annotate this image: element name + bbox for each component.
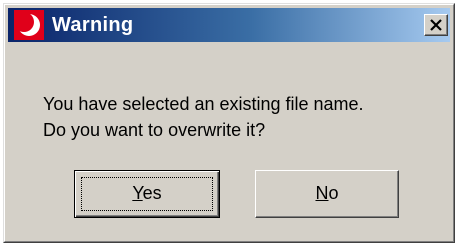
dialog-message: You have selected an existing file name.…: [43, 91, 364, 143]
close-button[interactable]: [424, 14, 448, 36]
no-button[interactable]: No: [255, 170, 399, 218]
warning-dialog: Warning You have selected an existing fi…: [3, 3, 455, 243]
yes-button[interactable]: Yes: [74, 170, 220, 218]
window-title: Warning: [52, 14, 134, 36]
message-line-2: Do you want to overwrite it?: [43, 120, 266, 140]
close-icon: [430, 19, 442, 31]
dialog-frame: Warning You have selected an existing fi…: [4, 4, 454, 242]
app-icon: [14, 10, 44, 40]
message-line-1: You have selected an existing file name.: [43, 94, 364, 114]
no-button-label: No: [315, 183, 339, 203]
title-bar[interactable]: Warning: [8, 8, 450, 42]
yes-button-label: Yes: [132, 183, 162, 203]
